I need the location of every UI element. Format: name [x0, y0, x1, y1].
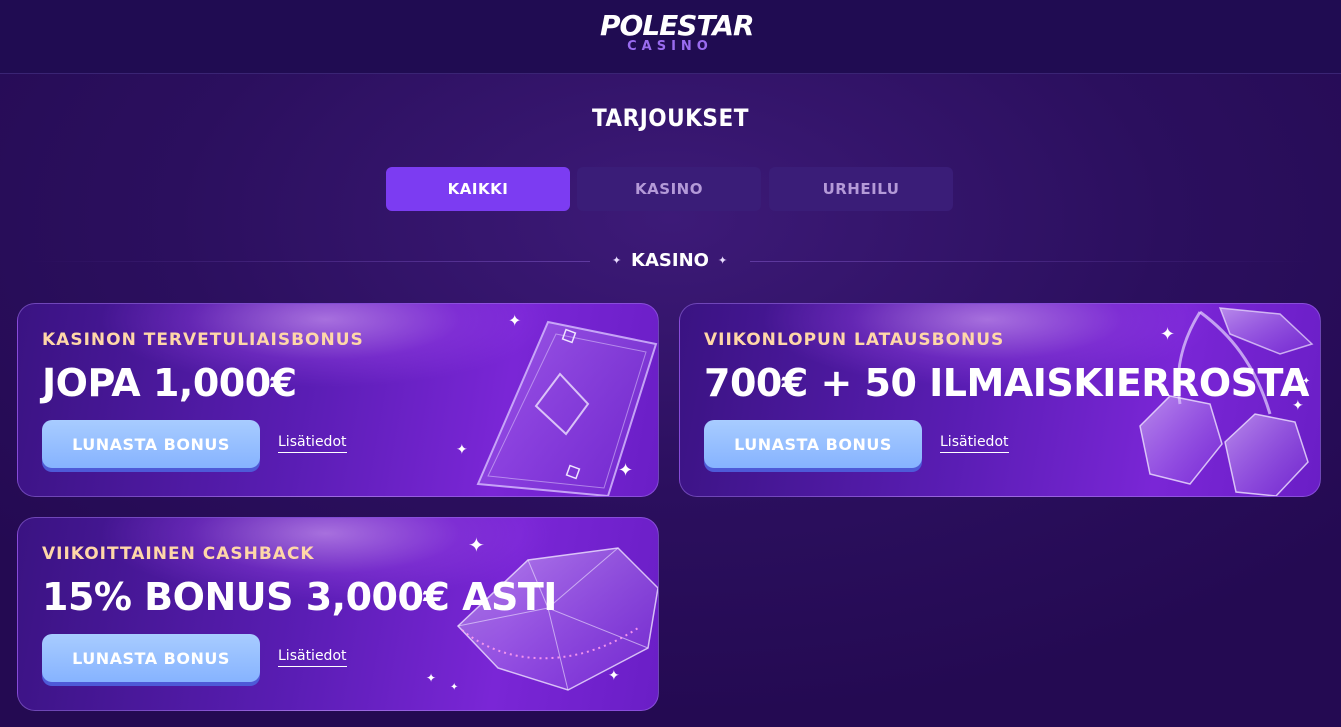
tab-casino[interactable]: KASINO	[577, 167, 761, 211]
svg-text:✦: ✦	[456, 442, 468, 458]
claim-bonus-button[interactable]: LUNASTA BONUS	[42, 420, 260, 468]
offer-headline: 700€ + 50 ILMAISKIERROSTA	[704, 361, 1309, 405]
offer-headline: JOPA 1,000€	[42, 361, 297, 405]
offer-card-weekly-cashback: ✦ ✦ ✦ ✦ VIIKOITTAINEN CASHBACK 15% BONUS…	[17, 517, 659, 711]
page-title: TARJOUKSET	[592, 104, 749, 132]
more-info-link[interactable]: Lisätiedot	[278, 648, 347, 667]
top-bar: POLESTAR CASINO	[0, 0, 1341, 74]
offer-card-welcome-bonus: ✦ ✦ ✦ KASINON TERVETULIAISBONUS JOPA 1,0…	[17, 303, 659, 497]
svg-text:✦: ✦	[508, 311, 521, 330]
playing-card-icon: ✦ ✦ ✦	[418, 304, 658, 496]
offer-headline: 15% BONUS 3,000€ ASTI	[42, 575, 557, 619]
svg-text:✦: ✦	[426, 671, 436, 685]
section-header-casino: ✦ KASINO ✦	[30, 248, 1310, 276]
offer-filter-tabs: KAIKKI KASINO URHEILU	[386, 167, 956, 211]
tab-sports[interactable]: URHEILU	[769, 167, 953, 211]
more-info-link[interactable]: Lisätiedot	[940, 434, 1009, 453]
claim-bonus-button[interactable]: LUNASTA BONUS	[704, 420, 922, 468]
claim-bonus-button[interactable]: LUNASTA BONUS	[42, 634, 260, 682]
svg-text:✦: ✦	[450, 682, 458, 693]
sparkle-icon: ✦	[718, 254, 728, 267]
section-divider-right	[750, 261, 1310, 262]
offer-eyebrow: VIIKOITTAINEN CASHBACK	[42, 544, 315, 564]
svg-text:✦: ✦	[468, 533, 485, 557]
svg-text:✦: ✦	[1160, 324, 1175, 345]
offer-eyebrow: VIIKONLOPUN LATAUSBONUS	[704, 330, 1005, 350]
tab-all[interactable]: KAIKKI	[386, 167, 570, 211]
svg-text:✦: ✦	[608, 668, 620, 684]
logo-subtitle: CASINO	[627, 39, 713, 54]
more-info-link[interactable]: Lisätiedot	[278, 434, 347, 453]
svg-text:✦: ✦	[618, 460, 633, 481]
offer-eyebrow: KASINON TERVETULIAISBONUS	[42, 330, 364, 350]
logo-wordmark: POLESTAR	[600, 9, 755, 42]
polestar-casino-logo[interactable]: POLESTAR CASINO	[600, 9, 755, 62]
offer-card-weekend-reload: ✦ ✦ ✦ ✦ VIIKONLOPUN LATAUSBONUS 700€ + 5…	[679, 303, 1321, 497]
